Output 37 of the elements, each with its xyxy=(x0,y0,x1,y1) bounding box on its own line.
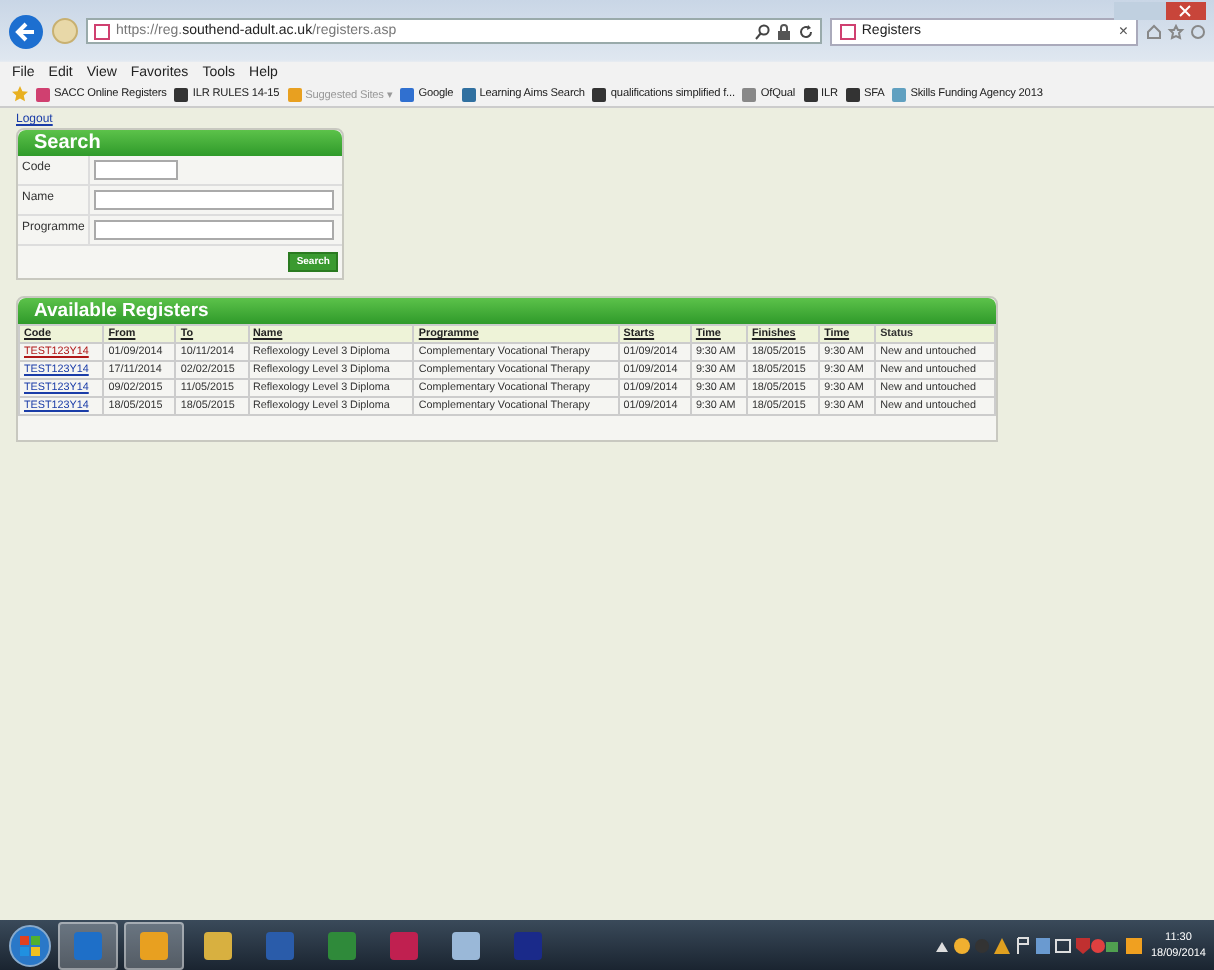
start-button[interactable] xyxy=(8,923,52,967)
refresh-icon[interactable] xyxy=(797,23,814,39)
window-controls-drawing xyxy=(1114,2,1206,22)
panel-title: Available Registers xyxy=(18,298,996,324)
site-icon xyxy=(803,87,818,101)
toolbar-icons-drawing xyxy=(1146,23,1206,39)
site-icon xyxy=(592,87,607,101)
input-field[interactable] xyxy=(94,220,334,240)
taskbar-app-button[interactable] xyxy=(124,921,184,969)
app-icon xyxy=(138,929,170,961)
star-icon xyxy=(12,86,28,102)
close-tab-button[interactable]: × xyxy=(1118,22,1128,40)
panel-title: Search xyxy=(18,130,342,156)
site-icon xyxy=(287,87,302,101)
site-icon xyxy=(892,87,907,101)
app-icon xyxy=(512,929,544,961)
app-icon xyxy=(72,929,104,961)
notification-icon[interactable] xyxy=(1124,935,1145,955)
app-icon xyxy=(388,929,420,961)
taskbar-app-button[interactable] xyxy=(58,921,118,969)
lock-icon xyxy=(775,23,792,39)
app-icon xyxy=(264,929,296,961)
site-icon xyxy=(36,87,50,101)
site-icon xyxy=(461,87,476,101)
site-icon xyxy=(174,87,189,101)
search-icon[interactable] xyxy=(753,23,770,39)
page-icon xyxy=(94,23,110,39)
input-field[interactable] xyxy=(94,190,334,210)
site-icon xyxy=(845,87,860,101)
app-icon xyxy=(450,929,482,961)
page-icon xyxy=(839,23,856,39)
back-button[interactable] xyxy=(8,13,44,49)
app-icon xyxy=(326,929,358,961)
input-field[interactable] xyxy=(94,160,178,180)
site-icon xyxy=(400,87,415,101)
site-icon xyxy=(742,87,757,101)
app-icon xyxy=(202,929,234,961)
